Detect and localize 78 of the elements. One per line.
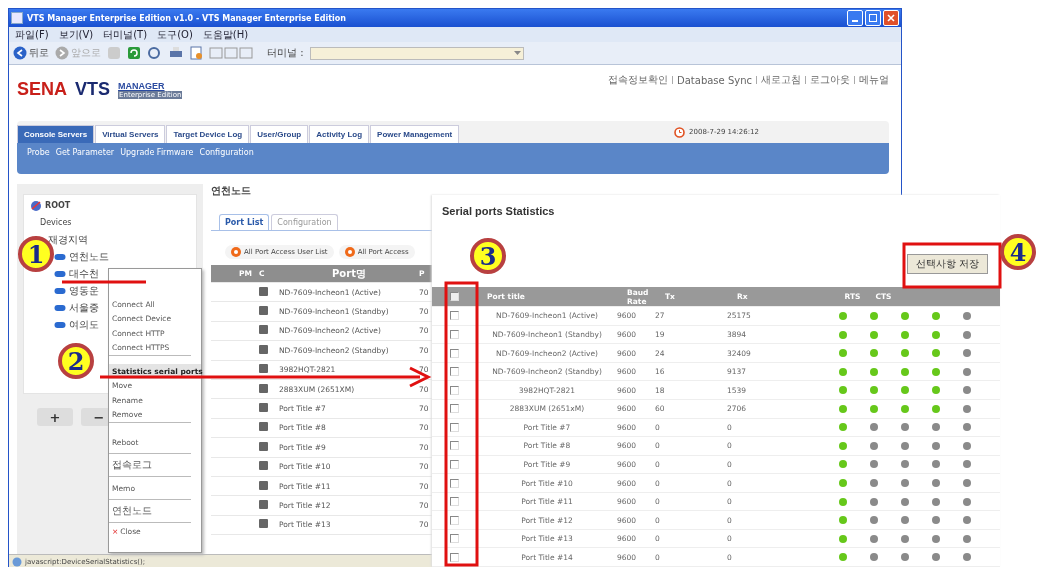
- server-icon: [54, 320, 66, 329]
- nav-tab[interactable]: Target Device Log: [166, 125, 250, 143]
- back-button[interactable]: 뒤로: [13, 46, 49, 60]
- step-number-badge: 4: [1000, 234, 1036, 270]
- clock-icon: [674, 126, 686, 138]
- row-checkbox[interactable]: [450, 497, 459, 507]
- caret-icon: [513, 50, 521, 56]
- panel-title: Serial ports Statistics: [441, 204, 556, 219]
- app-icon: [11, 12, 23, 24]
- circle-icon: [344, 247, 355, 257]
- header-link[interactable]: 새로고침: [761, 73, 801, 87]
- server-icon: [54, 252, 66, 261]
- nav-tab[interactable]: Activity Log: [309, 125, 370, 143]
- row-checkbox[interactable]: [450, 330, 459, 339]
- tree-item[interactable]: 영동운: [69, 283, 99, 298]
- nav-tab[interactable]: User/Group: [250, 125, 309, 143]
- row-checkbox[interactable]: [450, 515, 459, 525]
- menu-item[interactable]: 터미널(T): [103, 27, 148, 42]
- document-icon[interactable]: [189, 46, 203, 60]
- maximize-icon: [869, 14, 877, 22]
- close-button[interactable]: [883, 10, 899, 26]
- tree-item[interactable]: 재경지역: [48, 232, 88, 247]
- server-icon: [54, 269, 66, 278]
- header-link[interactable]: 메뉴얼: [859, 73, 889, 87]
- nav-tab[interactable]: Console Servers: [17, 125, 95, 143]
- maximize-button[interactable]: [865, 10, 881, 26]
- printer-icon[interactable]: [169, 46, 183, 60]
- close-icon: [887, 14, 895, 22]
- column-header: Port명: [331, 266, 367, 281]
- tree-item[interactable]: 서울중: [69, 300, 99, 315]
- tree-button[interactable]: +: [37, 408, 73, 426]
- row-checkbox[interactable]: [450, 459, 459, 469]
- row-checkbox[interactable]: [450, 367, 459, 377]
- window-title: VTS Manager Enterprise Edition v1.0 - VTS Manager Enterprise Edition: [27, 13, 347, 23]
- nav-tab[interactable]: Virtual Servers: [95, 125, 166, 143]
- content-tab[interactable]: Port List: [219, 214, 270, 230]
- tree-item[interactable]: Devices: [40, 218, 72, 227]
- header-link[interactable]: Database Sync: [677, 74, 752, 86]
- header-link[interactable]: 로그아웃: [810, 73, 850, 87]
- row-checkbox[interactable]: [450, 441, 459, 451]
- menu-item[interactable]: 파일(F): [15, 27, 49, 42]
- back-icon: [13, 46, 27, 60]
- node-title: 연천노드: [211, 184, 251, 198]
- sub-navigation-link[interactable]: Probe: [27, 148, 50, 157]
- menu-item[interactable]: 접속로그: [112, 458, 152, 472]
- terminal-label: 터미널 :: [267, 46, 304, 60]
- menu-item[interactable]: 보기(V): [58, 27, 94, 42]
- nav-tab[interactable]: Power Management: [370, 125, 460, 143]
- tree-item[interactable]: ROOT: [45, 201, 71, 210]
- menu-item[interactable]: 도움말(H): [202, 27, 249, 42]
- menu-item[interactable]: 연천노드: [112, 504, 152, 518]
- globe-icon: [30, 199, 42, 212]
- tree-item[interactable]: 대수천: [69, 266, 99, 281]
- row-checkbox[interactable]: [450, 534, 459, 544]
- sub-navigation-link[interactable]: Configuration: [199, 148, 254, 157]
- row-checkbox[interactable]: [450, 404, 459, 414]
- row-checkbox[interactable]: [450, 385, 459, 395]
- server-icon: [54, 303, 66, 312]
- header-link[interactable]: 접속정보확인: [608, 73, 668, 87]
- circle-icon: [231, 247, 241, 257]
- tree-item[interactable]: 연천노드: [69, 249, 109, 264]
- sub-navigation-link[interactable]: Upgrade Firmware: [120, 148, 194, 157]
- row-checkbox[interactable]: [450, 422, 459, 432]
- forward-icon: [55, 46, 69, 60]
- page-icon: [12, 556, 22, 567]
- server-icon: [54, 286, 66, 295]
- row-checkbox[interactable]: [450, 552, 459, 562]
- row-checkbox[interactable]: [450, 348, 459, 358]
- row-checkbox[interactable]: [450, 478, 459, 488]
- port-icon: [259, 500, 268, 509]
- sub-navigation-link[interactable]: Get Parameter: [55, 148, 115, 157]
- save-selection-button[interactable]: 선택사항 저장: [906, 254, 988, 275]
- select-all-checkbox[interactable]: [450, 292, 459, 302]
- minimize-button[interactable]: [847, 10, 863, 26]
- menu-item[interactable]: 도구(O): [157, 27, 193, 42]
- row-checkbox[interactable]: [450, 311, 459, 321]
- refresh-icon[interactable]: [127, 46, 141, 60]
- tree-item[interactable]: 여의도: [69, 317, 99, 332]
